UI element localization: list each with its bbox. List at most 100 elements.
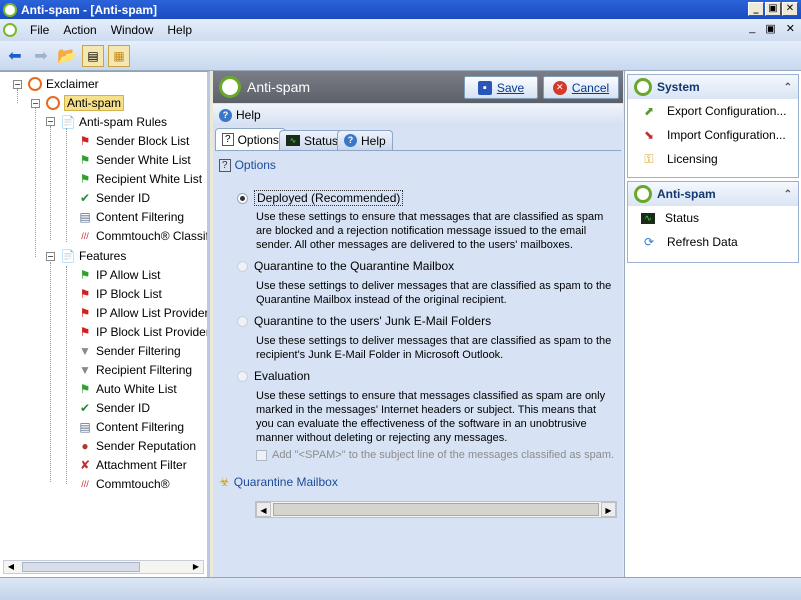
tree-node-exclaimer[interactable]: Exclaimer xyxy=(27,75,99,93)
up-folder-button[interactable]: 📂 xyxy=(56,45,78,67)
sender-id-icon: ✔ xyxy=(79,401,91,415)
tree-node-feature[interactable]: ⚑ IP Allow List xyxy=(77,266,161,284)
status-monitor-icon: ∿ xyxy=(286,135,300,146)
red-flag-icon: ⚑ xyxy=(79,306,91,320)
import-configuration-link[interactable]: ⬊ Import Configuration... xyxy=(628,123,798,147)
show-tree-button[interactable]: ▤ xyxy=(82,44,104,67)
panel-horizontal-scrollbar[interactable]: ◀ ▶ xyxy=(255,501,617,518)
green-flag-icon: ⚑ xyxy=(79,268,91,282)
system-header[interactable]: System ⌃ xyxy=(628,75,798,99)
export-icon: ⬈ xyxy=(643,104,655,118)
tree-pane-icon: ▤ xyxy=(87,48,99,63)
tree-node-antispam-rules[interactable]: 📄 Anti-spam Rules xyxy=(60,113,168,131)
green-flag-icon: ⚑ xyxy=(79,172,91,186)
tree-node-rule[interactable]: ⚑ Recipient White List xyxy=(77,170,202,188)
menu-window[interactable]: Window xyxy=(104,23,161,37)
red-flag-icon: ⚑ xyxy=(79,134,91,148)
refresh-data-link[interactable]: ⟳ Refresh Data xyxy=(628,230,798,254)
tree-node-feature[interactable]: ⚑ Auto White List xyxy=(77,380,177,398)
status-monitor-icon: ∿ xyxy=(641,212,655,224)
child-minimize-button[interactable]: _ xyxy=(749,22,755,35)
close-button[interactable]: ✕ xyxy=(782,2,798,16)
document-icon: ▤ xyxy=(79,210,91,224)
save-button[interactable]: ▪ Save xyxy=(464,76,538,99)
tree-node-feature[interactable]: ▼ Sender Filtering xyxy=(77,342,181,360)
content-header: Anti-spam ▪ Save ✕ Cancel xyxy=(213,71,623,103)
child-restore-button[interactable]: ▣ xyxy=(765,22,775,35)
tab-help[interactable]: ? Help xyxy=(337,130,393,150)
collapse-chevron-icon[interactable]: ⌃ xyxy=(784,82,792,93)
antispam-expander[interactable]: − xyxy=(31,99,40,108)
tab-status[interactable]: ∿ Status xyxy=(279,130,346,150)
quarantine-section-header[interactable]: ☣ Quarantine Mailbox xyxy=(219,475,338,489)
forward-button[interactable]: ➡ xyxy=(30,45,52,67)
menu-help[interactable]: Help xyxy=(160,23,199,37)
rules-folder-icon: 📄 xyxy=(60,115,76,129)
child-close-button[interactable]: ✕ xyxy=(786,22,795,35)
spam-subject-checkbox[interactable]: Add "<SPAM>" to the subject line of the … xyxy=(256,449,614,461)
app-menu-icon[interactable] xyxy=(3,23,17,37)
help-link[interactable]: Help xyxy=(236,108,261,122)
title-bar: Anti-spam - [Anti-spam] _ ▣ ✕ xyxy=(0,0,801,19)
cancel-button[interactable]: ✕ Cancel xyxy=(543,76,619,99)
collapse-chevron-icon[interactable]: ⌃ xyxy=(784,189,792,200)
features-expander[interactable]: − xyxy=(46,252,55,261)
licensing-link[interactable]: ⚿ Licensing xyxy=(628,147,798,171)
key-icon: ⚿ xyxy=(644,151,654,166)
scroll-right-arrow-icon[interactable]: ▶ xyxy=(189,561,203,573)
tree-node-feature[interactable]: ⚑ IP Allow List Providers xyxy=(77,304,207,322)
deployed-description: Use these settings to ensure that messag… xyxy=(256,211,604,251)
tree-node-feature[interactable]: ✔ Sender ID xyxy=(77,399,150,417)
options-panel: ? Options Deployed (Recommended) Use the… xyxy=(215,150,621,577)
scroll-left-arrow-icon[interactable]: ◀ xyxy=(256,502,271,517)
tree-node-feature[interactable]: ✘ Attachment Filter xyxy=(77,456,187,474)
radio-junk-folders[interactable]: Quarantine to the users' Junk E-Mail Fol… xyxy=(237,314,491,328)
restore-button[interactable]: ▣ xyxy=(765,2,781,16)
radio-deployed[interactable]: Deployed (Recommended) xyxy=(237,190,404,206)
system-task-box: System ⌃ ⬈ Export Configuration... ⬊ Imp… xyxy=(627,74,799,178)
navigation-tree: − Exclaimer − Anti-spam − 📄 Anti-spam Ru… xyxy=(0,72,207,558)
tree-node-rule[interactable]: ⚑ Sender Block List xyxy=(77,132,190,150)
tree-node-rule[interactable]: ⚑ Sender White List xyxy=(77,151,191,169)
tree-node-feature[interactable]: ⚑ IP Block List Providers xyxy=(77,323,207,341)
tab-options[interactable]: ? Options xyxy=(215,128,286,150)
tree-node-feature[interactable]: ▼ Recipient Filtering xyxy=(77,361,192,379)
tree-horizontal-scrollbar[interactable]: ◀ ▶ xyxy=(3,560,204,574)
scroll-thumb[interactable] xyxy=(273,503,599,516)
scroll-left-arrow-icon[interactable]: ◀ xyxy=(4,561,18,573)
show-tasks-button[interactable]: ▦ xyxy=(108,44,130,67)
back-button[interactable]: ⬅ xyxy=(4,45,26,67)
exclaimer-logo-icon xyxy=(27,76,43,92)
scroll-right-arrow-icon[interactable]: ▶ xyxy=(601,502,616,517)
tree-node-feature[interactable]: ⚑ IP Block List xyxy=(77,285,162,303)
radio-evaluation[interactable]: Evaluation xyxy=(237,369,310,383)
tree-node-feature[interactable]: ///Commtouch® xyxy=(77,475,169,493)
tree-node-rule[interactable]: ✔ Sender ID xyxy=(77,189,150,207)
help-question-icon: ? xyxy=(219,108,232,122)
tree-node-features[interactable]: 📄 Features xyxy=(60,247,127,265)
status-link[interactable]: ∿ Status xyxy=(628,206,798,230)
minimize-button[interactable]: _ xyxy=(748,2,764,16)
commtouch-icon: /// xyxy=(81,479,89,489)
tree-node-rule[interactable]: ▤ Content Filtering xyxy=(77,208,184,226)
document-icon: ▤ xyxy=(79,420,91,434)
scroll-thumb[interactable] xyxy=(22,562,140,572)
menu-action[interactable]: Action xyxy=(56,23,103,37)
tree-node-feature[interactable]: ▤ Content Filtering xyxy=(77,418,184,436)
cancel-x-icon: ✕ xyxy=(552,80,567,95)
green-flag-icon: ⚑ xyxy=(79,382,91,396)
attachment-filter-icon: ✘ xyxy=(79,458,91,472)
rules-expander[interactable]: − xyxy=(46,117,55,126)
antispam-header-logo-icon xyxy=(219,76,241,98)
exclaimer-expander[interactable]: − xyxy=(13,80,22,89)
toolbar: ⬅ ➡ 📂 ▤ ▦ xyxy=(0,41,801,71)
export-configuration-link[interactable]: ⬈ Export Configuration... xyxy=(628,99,798,123)
antispam-task-header[interactable]: Anti-spam ⌃ xyxy=(628,182,798,206)
tree-node-rule[interactable]: ///Commtouch® Classific xyxy=(77,227,207,245)
radio-quarantine-mailbox[interactable]: Quarantine to the Quarantine Mailbox xyxy=(237,259,454,273)
import-icon: ⬊ xyxy=(643,128,655,142)
tree-node-antispam[interactable]: Anti-spam xyxy=(45,94,125,112)
help-bar[interactable]: ? Help xyxy=(213,104,623,126)
tree-node-feature[interactable]: ● Sender Reputation xyxy=(77,437,196,455)
menu-file[interactable]: File xyxy=(23,23,56,37)
